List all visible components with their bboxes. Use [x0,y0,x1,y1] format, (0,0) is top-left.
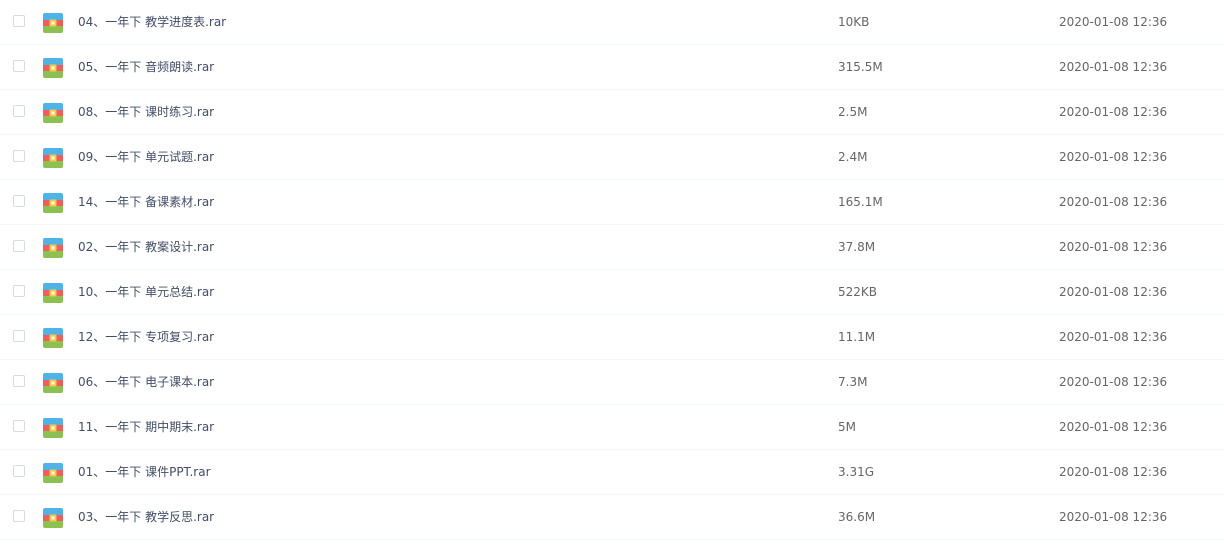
file-name[interactable]: 01、一年下 课件PPT.rar [78,464,211,480]
list-item[interactable]: 05、一年下 音频朗读.rar 315.5M 2020-01-08 12:36 [0,45,1224,90]
row-checkbox[interactable] [13,15,25,27]
file-size: 3.31G [838,465,875,479]
file-name[interactable]: 09、一年下 单元试题.rar [78,149,214,165]
file-size: 36.6M [838,510,876,524]
file-size: 37.8M [838,240,876,254]
file-name[interactable]: 14、一年下 备课素材.rar [78,194,214,210]
row-checkbox[interactable] [13,420,25,432]
row-checkbox[interactable] [13,465,25,477]
list-item[interactable]: 04、一年下 教学进度表.rar 10KB 2020-01-08 12:36 [0,0,1224,45]
rar-archive-icon [43,463,63,483]
list-item[interactable]: 01、一年下 课件PPT.rar 3.31G 2020-01-08 12:36 [0,450,1224,495]
list-item[interactable]: 10、一年下 单元总结.rar 522KB 2020-01-08 12:36 [0,270,1224,315]
rar-archive-icon [43,148,63,168]
file-size: 165.1M [838,195,883,209]
file-size: 7.3M [838,375,868,389]
list-item[interactable]: 11、一年下 期中期末.rar 5M 2020-01-08 12:36 [0,405,1224,450]
file-name[interactable]: 11、一年下 期中期末.rar [78,419,214,435]
list-item[interactable]: 08、一年下 课时练习.rar 2.5M 2020-01-08 12:36 [0,90,1224,135]
file-size: 5M [838,420,856,434]
rar-archive-icon [43,238,63,258]
file-modified-date: 2020-01-08 12:36 [1059,285,1168,299]
file-modified-date: 2020-01-08 12:36 [1059,15,1168,29]
file-modified-date: 2020-01-08 12:36 [1059,375,1168,389]
file-name[interactable]: 08、一年下 课时练习.rar [78,104,214,120]
rar-archive-icon [43,328,63,348]
file-modified-date: 2020-01-08 12:36 [1059,240,1168,254]
file-name[interactable]: 03、一年下 教学反思.rar [78,509,214,525]
row-checkbox[interactable] [13,285,25,297]
file-size: 11.1M [838,330,876,344]
rar-archive-icon [43,283,63,303]
list-item[interactable]: 14、一年下 备课素材.rar 165.1M 2020-01-08 12:36 [0,180,1224,225]
file-modified-date: 2020-01-08 12:36 [1059,465,1168,479]
file-size: 522KB [838,285,878,299]
rar-archive-icon [43,103,63,123]
file-modified-date: 2020-01-08 12:36 [1059,420,1168,434]
rar-archive-icon [43,508,63,528]
file-name[interactable]: 04、一年下 教学进度表.rar [78,14,226,30]
file-modified-date: 2020-01-08 12:36 [1059,150,1168,164]
file-size: 2.5M [838,105,868,119]
row-checkbox[interactable] [13,60,25,72]
list-item[interactable]: 06、一年下 电子课本.rar 7.3M 2020-01-08 12:36 [0,360,1224,405]
row-checkbox[interactable] [13,510,25,522]
file-list: 04、一年下 教学进度表.rar 10KB 2020-01-08 12:36 0… [0,0,1224,540]
row-checkbox[interactable] [13,375,25,387]
file-modified-date: 2020-01-08 12:36 [1059,60,1168,74]
file-modified-date: 2020-01-08 12:36 [1059,105,1168,119]
file-modified-date: 2020-01-08 12:36 [1059,330,1168,344]
row-checkbox[interactable] [13,195,25,207]
list-item[interactable]: 02、一年下 教案设计.rar 37.8M 2020-01-08 12:36 [0,225,1224,270]
row-checkbox[interactable] [13,330,25,342]
rar-archive-icon [43,373,63,393]
file-name[interactable]: 05、一年下 音频朗读.rar [78,59,214,75]
list-item[interactable]: 09、一年下 单元试题.rar 2.4M 2020-01-08 12:36 [0,135,1224,180]
row-checkbox[interactable] [13,150,25,162]
rar-archive-icon [43,13,63,33]
file-modified-date: 2020-01-08 12:36 [1059,510,1168,524]
rar-archive-icon [43,418,63,438]
file-name[interactable]: 10、一年下 单元总结.rar [78,284,214,300]
file-name[interactable]: 06、一年下 电子课本.rar [78,374,214,390]
rar-archive-icon [43,193,63,213]
row-checkbox[interactable] [13,240,25,252]
list-item[interactable]: 03、一年下 教学反思.rar 36.6M 2020-01-08 12:36 [0,495,1224,540]
file-size: 315.5M [838,60,883,74]
list-item[interactable]: 12、一年下 专项复习.rar 11.1M 2020-01-08 12:36 [0,315,1224,360]
file-name[interactable]: 02、一年下 教案设计.rar [78,239,214,255]
file-modified-date: 2020-01-08 12:36 [1059,195,1168,209]
file-name[interactable]: 12、一年下 专项复习.rar [78,329,214,345]
row-checkbox[interactable] [13,105,25,117]
rar-archive-icon [43,58,63,78]
file-size: 2.4M [838,150,868,164]
file-size: 10KB [838,15,870,29]
